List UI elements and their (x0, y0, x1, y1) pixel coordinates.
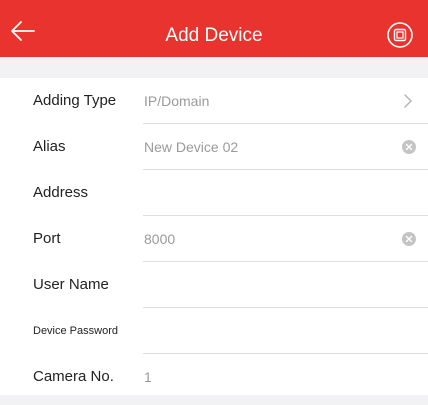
adding-type-label: Adding Type (33, 92, 117, 109)
add-device-screen: Add Device Adding Type IP/Domain Alias N… (0, 0, 428, 405)
section-spacer-top (0, 57, 428, 78)
page-title: Add Device (165, 25, 263, 46)
alias-input[interactable]: New Device 02 (144, 124, 384, 170)
chevron-right-icon (404, 94, 412, 108)
alias-row: Alias New Device 02 (0, 124, 428, 170)
clear-icon[interactable] (402, 140, 416, 154)
camera-no-label: Camera No. (33, 368, 114, 385)
user-name-input[interactable] (144, 262, 384, 308)
device-password-input[interactable] (144, 308, 384, 354)
user-name-label: User Name (33, 276, 109, 293)
device-password-label: Device Password (33, 325, 118, 337)
scan-button[interactable] (386, 21, 414, 49)
device-form: Adding Type IP/Domain Alias New Device 0… (0, 78, 428, 395)
user-name-row: User Name (0, 262, 428, 308)
alias-label: Alias (33, 138, 66, 155)
port-input[interactable]: 8000 (144, 216, 384, 262)
address-input[interactable] (144, 170, 384, 216)
clear-icon[interactable] (402, 232, 416, 246)
address-row: Address (0, 170, 428, 216)
port-row: Port 8000 (0, 216, 428, 262)
section-spacer-bottom (0, 395, 428, 405)
device-password-row: Device Password (0, 308, 428, 354)
adding-type-value: IP/Domain (144, 93, 210, 109)
qr-scan-icon (387, 22, 413, 48)
camera-no-input[interactable]: 1 (144, 354, 384, 400)
adding-type-row[interactable]: Adding Type IP/Domain (0, 78, 428, 124)
header-bar: Add Device (0, 0, 428, 57)
address-label: Address (33, 184, 89, 201)
port-label: Port (33, 230, 61, 247)
camera-no-row: Camera No. 1 (0, 354, 428, 400)
